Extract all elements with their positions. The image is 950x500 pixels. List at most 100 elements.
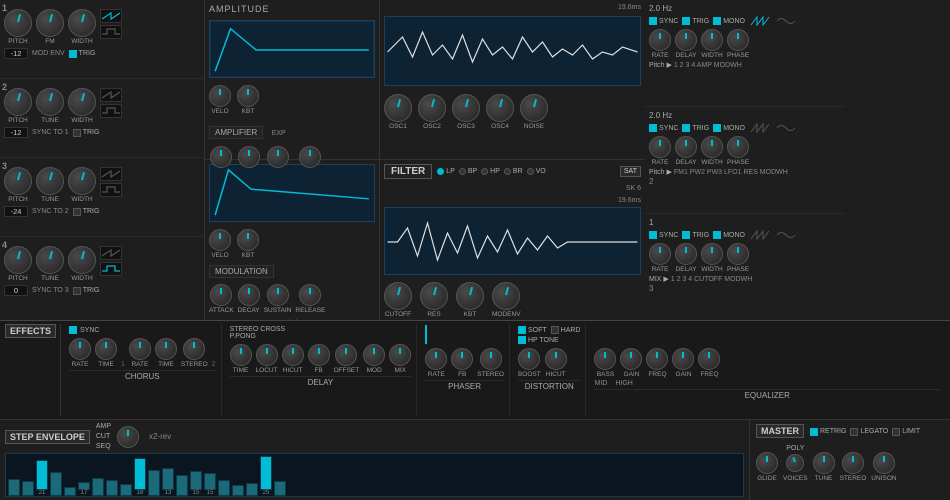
mod-kbt-knob[interactable] (237, 229, 259, 251)
step-bar-3[interactable] (50, 456, 62, 496)
step-bar-0[interactable] (8, 456, 20, 496)
osc1-mix-knob[interactable] (384, 94, 412, 122)
step-bar-13[interactable]: 15 (190, 456, 202, 496)
osc-1-wave-square[interactable] (100, 25, 122, 39)
res-knob[interactable] (420, 282, 448, 310)
dist-soft-box[interactable] (518, 326, 526, 334)
eq-gain-high-knob[interactable] (672, 348, 694, 370)
osc-4-pitch-knob[interactable] (4, 246, 32, 274)
eq-bass-knob[interactable] (594, 348, 616, 370)
osc-1-width-knob[interactable] (68, 9, 96, 37)
legato-box[interactable] (850, 428, 858, 436)
chorus-time2-knob[interactable] (155, 338, 177, 360)
osc-2-trig-box[interactable] (73, 129, 81, 137)
step-bar-12[interactable] (176, 456, 188, 496)
lfo-2-rate-knob[interactable] (649, 136, 671, 158)
amp-sustain-knob[interactable] (267, 146, 289, 168)
eq-freq-mid-knob[interactable] (646, 348, 668, 370)
lfo-1-rate-knob[interactable] (649, 29, 671, 51)
modenv-knob[interactable] (492, 282, 520, 310)
osc-2-pitch-knob[interactable] (4, 88, 32, 116)
step-bar-2[interactable]: 21 (36, 456, 48, 496)
osc-2-wave-saw[interactable] (100, 88, 122, 102)
lfo-3-delay-knob[interactable] (675, 243, 697, 265)
osc-3-width-knob[interactable] (68, 167, 96, 195)
osc-1-pitch-knob[interactable] (4, 9, 32, 37)
mod-release-knob[interactable] (299, 284, 321, 306)
lfo-1-mono-box[interactable] (713, 17, 721, 25)
retrig-box[interactable] (810, 428, 818, 436)
step-bar-10[interactable] (148, 456, 160, 496)
mod-sustain-knob[interactable] (267, 284, 289, 306)
lfo-1-delay-knob[interactable] (675, 29, 697, 51)
eq-freq-high-knob[interactable] (698, 348, 720, 370)
phaser-stereo-knob[interactable] (480, 348, 502, 370)
delay-locut-knob[interactable] (256, 344, 278, 366)
osc-2-width-knob[interactable] (68, 88, 96, 116)
lfo-3-rate-knob[interactable] (649, 243, 671, 265)
lfo-2-sync-box[interactable] (649, 124, 657, 132)
step-bar-1[interactable] (22, 456, 34, 496)
kbt-filter-knob[interactable] (456, 282, 484, 310)
lfo-2-mono-box[interactable] (713, 124, 721, 132)
lfo-3-sync-box[interactable] (649, 231, 657, 239)
mod-velo-knob[interactable] (209, 229, 231, 251)
step-bar-17[interactable] (246, 456, 258, 496)
delay-time-knob[interactable] (230, 344, 252, 366)
lfo-2-width-knob[interactable] (701, 136, 723, 158)
filter-vo[interactable]: VO (527, 168, 546, 175)
osc-4-trig-box[interactable] (73, 287, 81, 295)
lfo-1-width-knob[interactable] (701, 29, 723, 51)
osc-3-tune-knob[interactable] (36, 167, 64, 195)
mod-decay-knob[interactable] (238, 284, 260, 306)
dist-hard-box[interactable] (551, 326, 559, 334)
phaser-active-box[interactable] (425, 325, 427, 344)
lfo-1-phase-knob[interactable] (727, 29, 749, 51)
glide-knob[interactable] (756, 452, 778, 474)
step-bar-6[interactable] (92, 456, 104, 496)
phaser-rate-knob[interactable] (425, 348, 447, 370)
stereo-master-knob[interactable] (842, 452, 864, 474)
lfo-3-mono-box[interactable] (713, 231, 721, 239)
step-env-knob[interactable] (117, 426, 139, 448)
step-bar-14[interactable]: 15 (204, 456, 216, 496)
step-bar-11[interactable]: 13 (162, 456, 174, 496)
sat-button[interactable]: SAT (620, 166, 641, 177)
noise-mix-knob[interactable] (520, 94, 548, 122)
osc-4-wave-square[interactable] (100, 262, 122, 276)
osc-1-wave-saw[interactable] (100, 9, 122, 23)
lfo-3-trig-box[interactable] (682, 231, 690, 239)
kbt-knob[interactable] (237, 85, 259, 107)
step-bar-15[interactable] (218, 456, 230, 496)
dist-boost-knob[interactable] (518, 348, 540, 370)
osc-2-wave-square[interactable] (100, 104, 122, 118)
tune-master-knob[interactable] (813, 452, 835, 474)
step-bar-7[interactable] (106, 456, 118, 496)
step-bar-19[interactable] (274, 456, 286, 496)
osc-3-wave-saw[interactable] (100, 167, 122, 181)
lfo-1-sync-box[interactable] (649, 17, 657, 25)
phaser-fb-knob[interactable] (451, 348, 473, 370)
osc-3-pitch-knob[interactable] (4, 167, 32, 195)
chorus-stereo-knob[interactable] (183, 338, 205, 360)
chorus-time1-knob[interactable] (95, 338, 117, 360)
filter-lp[interactable]: LP (437, 168, 455, 175)
osc-2-tune-knob[interactable] (36, 88, 64, 116)
amp-decay-knob[interactable] (238, 146, 260, 168)
limit-box[interactable] (892, 428, 900, 436)
cutoff-knob[interactable] (384, 282, 412, 310)
lfo-1-trig-box[interactable] (682, 17, 690, 25)
lfo-3-width-knob[interactable] (701, 243, 723, 265)
mod-attack-knob[interactable] (210, 284, 232, 306)
dist-hicut-knob[interactable] (545, 348, 567, 370)
osc-1-trig-box[interactable] (69, 50, 77, 58)
delay-mix-knob[interactable] (389, 344, 411, 366)
osc3-mix-knob[interactable] (452, 94, 480, 122)
delay-fb-knob[interactable] (308, 344, 330, 366)
delay-offset-knob[interactable] (335, 344, 357, 366)
osc2-mix-knob[interactable] (418, 94, 446, 122)
osc-4-tune-knob[interactable] (36, 246, 64, 274)
step-bar-4[interactable] (64, 456, 76, 496)
osc-3-trig-box[interactable] (73, 208, 81, 216)
filter-bp[interactable]: BP (459, 168, 477, 175)
